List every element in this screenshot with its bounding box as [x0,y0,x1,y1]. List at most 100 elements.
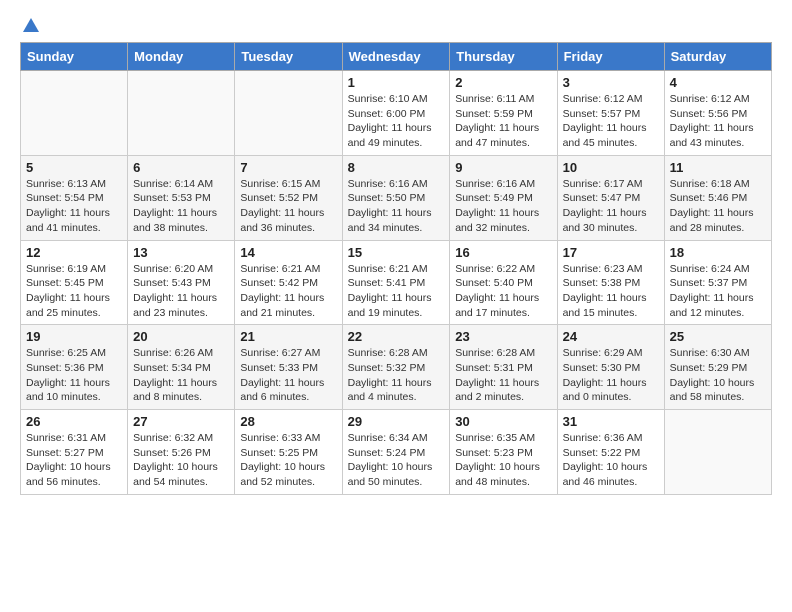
day-info: Sunrise: 6:32 AM Sunset: 5:26 PM Dayligh… [133,431,229,490]
calendar-cell: 12 Sunrise: 6:19 AM Sunset: 5:45 PM Dayli… [21,240,128,325]
day-number: 16 [455,245,551,260]
day-info: Sunrise: 6:24 AM Sunset: 5:37 PM Dayligh… [670,262,766,321]
day-info: Sunrise: 6:19 AM Sunset: 5:45 PM Dayligh… [26,262,122,321]
day-number: 28 [240,414,336,429]
calendar-week-row: 19Sunrise: 6:25 AM Sunset: 5:36 PM Dayli… [21,325,772,410]
calendar-cell: 25 Sunrise: 6:30 AM Sunset: 5:29 PM Dayli… [664,325,771,410]
day-header-saturday: Saturday [664,43,771,71]
calendar-week-row: 5 Sunrise: 6:13 AM Sunset: 5:54 PM Daylig… [21,155,772,240]
calendar-cell: 8 Sunrise: 6:16 AM Sunset: 5:50 PM Daylig… [342,155,450,240]
calendar-cell [128,71,235,156]
day-number: 6 [133,160,229,175]
day-number: 30 [455,414,551,429]
header [20,20,772,34]
day-info: Sunrise: 6:21 AM Sunset: 5:42 PM Dayligh… [240,262,336,321]
day-number: 26 [26,414,122,429]
calendar-cell: 17Sunrise: 6:23 AM Sunset: 5:38 PM Dayli… [557,240,664,325]
calendar-cell: 4 Sunrise: 6:12 AM Sunset: 5:56 PM Daylig… [664,71,771,156]
day-info: Sunrise: 6:14 AM Sunset: 5:53 PM Dayligh… [133,177,229,236]
day-number: 5 [26,160,122,175]
day-info: Sunrise: 6:34 AM Sunset: 5:24 PM Dayligh… [348,431,445,490]
calendar: SundayMondayTuesdayWednesdayThursdayFrid… [20,42,772,495]
day-info: Sunrise: 6:20 AM Sunset: 5:43 PM Dayligh… [133,262,229,321]
day-header-friday: Friday [557,43,664,71]
day-info: Sunrise: 6:16 AM Sunset: 5:50 PM Dayligh… [348,177,445,236]
calendar-cell: 7 Sunrise: 6:15 AM Sunset: 5:52 PM Daylig… [235,155,342,240]
day-number: 4 [670,75,766,90]
day-info: Sunrise: 6:22 AM Sunset: 5:40 PM Dayligh… [455,262,551,321]
day-info: Sunrise: 6:12 AM Sunset: 5:56 PM Dayligh… [670,92,766,151]
day-info: Sunrise: 6:26 AM Sunset: 5:34 PM Dayligh… [133,346,229,405]
day-info: Sunrise: 6:28 AM Sunset: 5:31 PM Dayligh… [455,346,551,405]
day-info: Sunrise: 6:11 AM Sunset: 5:59 PM Dayligh… [455,92,551,151]
calendar-cell: 21 Sunrise: 6:27 AM Sunset: 5:33 PM Dayli… [235,325,342,410]
calendar-cell: 19Sunrise: 6:25 AM Sunset: 5:36 PM Dayli… [21,325,128,410]
day-info: Sunrise: 6:13 AM Sunset: 5:54 PM Dayligh… [26,177,122,236]
day-header-tuesday: Tuesday [235,43,342,71]
day-header-monday: Monday [128,43,235,71]
day-info: Sunrise: 6:27 AM Sunset: 5:33 PM Dayligh… [240,346,336,405]
calendar-cell: 9 Sunrise: 6:16 AM Sunset: 5:49 PM Daylig… [450,155,557,240]
day-number: 23 [455,329,551,344]
calendar-cell [21,71,128,156]
day-number: 12 [26,245,122,260]
calendar-header-row: SundayMondayTuesdayWednesdayThursdayFrid… [21,43,772,71]
calendar-cell: 18 Sunrise: 6:24 AM Sunset: 5:37 PM Dayli… [664,240,771,325]
calendar-cell: 13 Sunrise: 6:20 AM Sunset: 5:43 PM Dayli… [128,240,235,325]
calendar-cell: 30 Sunrise: 6:35 AM Sunset: 5:23 PM Dayli… [450,410,557,495]
calendar-cell: 1Sunrise: 6:10 AM Sunset: 6:00 PM Daylig… [342,71,450,156]
calendar-cell: 24 Sunrise: 6:29 AM Sunset: 5:30 PM Dayli… [557,325,664,410]
day-number: 8 [348,160,445,175]
calendar-cell: 23 Sunrise: 6:28 AM Sunset: 5:31 PM Dayli… [450,325,557,410]
day-number: 27 [133,414,229,429]
day-info: Sunrise: 6:31 AM Sunset: 5:27 PM Dayligh… [26,431,122,490]
calendar-cell: 26 Sunrise: 6:31 AM Sunset: 5:27 PM Dayli… [21,410,128,495]
day-number: 13 [133,245,229,260]
calendar-cell: 31 Sunrise: 6:36 AM Sunset: 5:22 PM Dayli… [557,410,664,495]
calendar-cell: 6 Sunrise: 6:14 AM Sunset: 5:53 PM Daylig… [128,155,235,240]
day-number: 24 [563,329,659,344]
calendar-cell: 16 Sunrise: 6:22 AM Sunset: 5:40 PM Dayli… [450,240,557,325]
day-info: Sunrise: 6:10 AM Sunset: 6:00 PM Dayligh… [348,92,445,151]
day-number: 7 [240,160,336,175]
day-info: Sunrise: 6:15 AM Sunset: 5:52 PM Dayligh… [240,177,336,236]
day-number: 3 [563,75,659,90]
day-number: 21 [240,329,336,344]
day-info: Sunrise: 6:12 AM Sunset: 5:57 PM Dayligh… [563,92,659,151]
day-number: 10 [563,160,659,175]
day-info: Sunrise: 6:36 AM Sunset: 5:22 PM Dayligh… [563,431,659,490]
calendar-cell [235,71,342,156]
day-info: Sunrise: 6:21 AM Sunset: 5:41 PM Dayligh… [348,262,445,321]
day-info: Sunrise: 6:30 AM Sunset: 5:29 PM Dayligh… [670,346,766,405]
day-number: 9 [455,160,551,175]
calendar-cell: 28 Sunrise: 6:33 AM Sunset: 5:25 PM Dayli… [235,410,342,495]
day-number: 11 [670,160,766,175]
day-info: Sunrise: 6:28 AM Sunset: 5:32 PM Dayligh… [348,346,445,405]
day-number: 15 [348,245,445,260]
day-info: Sunrise: 6:33 AM Sunset: 5:25 PM Dayligh… [240,431,336,490]
day-number: 22 [348,329,445,344]
day-info: Sunrise: 6:29 AM Sunset: 5:30 PM Dayligh… [563,346,659,405]
day-number: 25 [670,329,766,344]
calendar-cell: 14Sunrise: 6:21 AM Sunset: 5:42 PM Dayli… [235,240,342,325]
calendar-cell: 2 Sunrise: 6:11 AM Sunset: 5:59 PM Daylig… [450,71,557,156]
day-number: 31 [563,414,659,429]
day-number: 29 [348,414,445,429]
calendar-week-row: 1Sunrise: 6:10 AM Sunset: 6:00 PM Daylig… [21,71,772,156]
day-header-sunday: Sunday [21,43,128,71]
day-number: 20 [133,329,229,344]
day-number: 18 [670,245,766,260]
calendar-week-row: 26 Sunrise: 6:31 AM Sunset: 5:27 PM Dayli… [21,410,772,495]
day-info: Sunrise: 6:16 AM Sunset: 5:49 PM Dayligh… [455,177,551,236]
calendar-cell: 22 Sunrise: 6:28 AM Sunset: 5:32 PM Dayli… [342,325,450,410]
day-info: Sunrise: 6:25 AM Sunset: 5:36 PM Dayligh… [26,346,122,405]
logo [20,20,40,34]
day-info: Sunrise: 6:18 AM Sunset: 5:46 PM Dayligh… [670,177,766,236]
calendar-cell: 11 Sunrise: 6:18 AM Sunset: 5:46 PM Dayli… [664,155,771,240]
calendar-cell: 10Sunrise: 6:17 AM Sunset: 5:47 PM Dayli… [557,155,664,240]
calendar-cell: 20 Sunrise: 6:26 AM Sunset: 5:34 PM Dayli… [128,325,235,410]
day-info: Sunrise: 6:35 AM Sunset: 5:23 PM Dayligh… [455,431,551,490]
day-number: 17 [563,245,659,260]
day-number: 2 [455,75,551,90]
day-header-thursday: Thursday [450,43,557,71]
